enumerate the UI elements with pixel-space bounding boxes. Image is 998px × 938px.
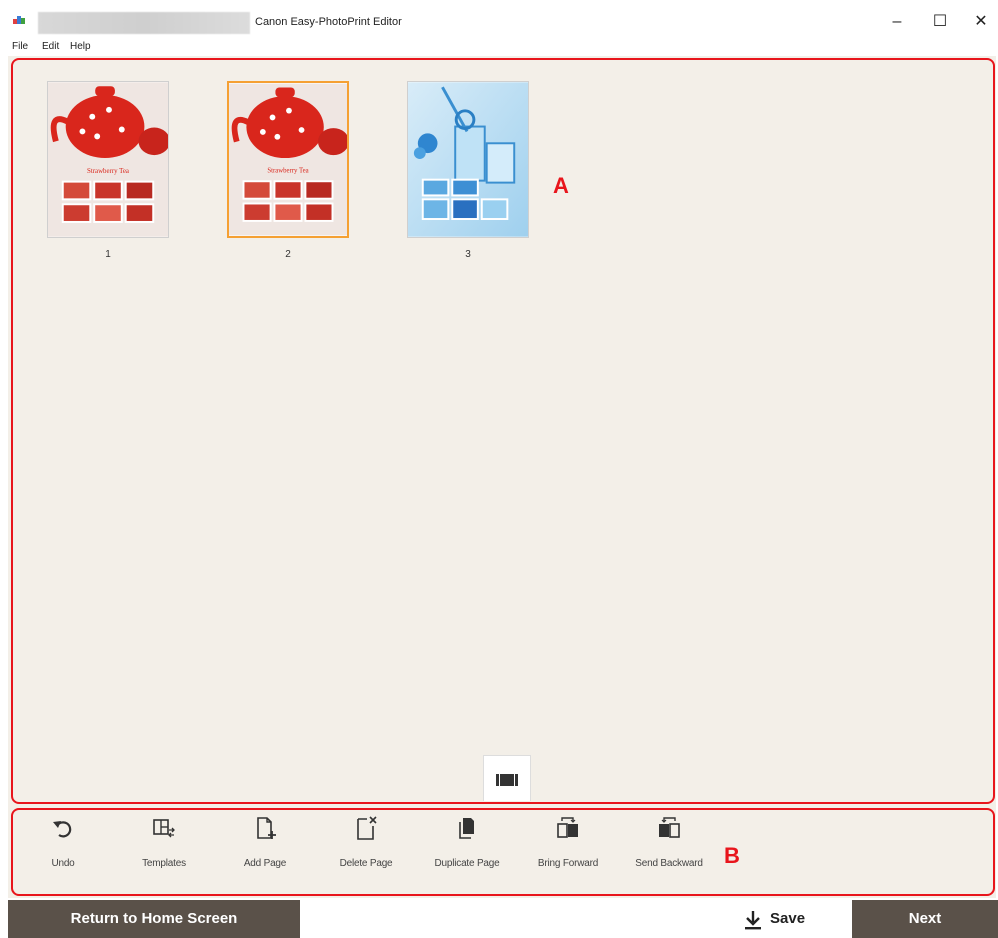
glassware-blue-artwork — [408, 82, 528, 237]
maximize-icon[interactable]: ☐ — [925, 10, 955, 34]
templates-button[interactable]: Templates — [114, 812, 214, 878]
app-icon — [13, 16, 25, 24]
download-icon — [745, 911, 761, 930]
send-backward-label: Send Backward — [635, 858, 703, 869]
bring-forward-label: Bring Forward — [537, 858, 599, 869]
menu-bar: File Edit Help — [0, 38, 998, 56]
minimize-icon[interactable]: – — [882, 10, 912, 34]
add-page-icon — [257, 817, 276, 839]
delete-page-label: Delete Page — [339, 858, 393, 869]
duplicate-page-label: Duplicate Page — [434, 858, 500, 869]
page-caption: Strawberry Tea — [267, 168, 308, 175]
page-caption: Strawberry Tea — [87, 168, 129, 175]
templates-icon — [153, 819, 175, 838]
return-to-home-button[interactable]: Return to Home Screen — [8, 900, 300, 938]
undo-button[interactable]: Undo — [13, 812, 113, 878]
callout-label-b: B — [724, 843, 740, 868]
page-thumbnail-3[interactable] — [407, 81, 529, 238]
next-button[interactable]: Next — [852, 900, 998, 938]
send-backward-button[interactable]: Send Backward — [619, 812, 719, 878]
menu-edit[interactable]: Edit — [42, 41, 59, 52]
undo-icon — [53, 821, 72, 838]
page-thumbnail-2[interactable]: Strawberry Tea — [227, 81, 349, 238]
templates-label: Templates — [142, 858, 186, 869]
callout-label-a: A — [553, 173, 569, 198]
bring-forward-button[interactable]: Bring Forward — [518, 812, 618, 878]
filmstrip-icon — [496, 774, 518, 786]
save-button[interactable]: Save — [694, 900, 852, 938]
window-title: Canon Easy-PhotoPrint Editor — [255, 16, 402, 28]
menu-help[interactable]: Help — [70, 41, 91, 52]
title-bar: Canon Easy-PhotoPrint Editor – ☐ ✕ — [0, 0, 998, 38]
delete-page-icon — [357, 816, 377, 840]
duplicate-page-button[interactable]: Duplicate Page — [417, 812, 517, 878]
delete-page-button[interactable]: Delete Page — [316, 812, 416, 878]
menu-file[interactable]: File — [12, 41, 28, 52]
duplicate-page-icon — [459, 818, 474, 839]
view-toggle-button[interactable] — [483, 755, 531, 801]
send-backward-icon — [659, 817, 680, 838]
blurred-document-name — [38, 12, 250, 34]
save-label: Save — [770, 910, 806, 927]
page-number-3: 3 — [465, 249, 471, 260]
bring-forward-icon — [557, 817, 578, 838]
add-page-button[interactable]: Add Page — [215, 812, 315, 878]
page-thumbnail-1[interactable]: Strawberry Tea — [47, 81, 169, 238]
page-number-1: 1 — [105, 249, 111, 260]
strawberry-tea-artwork: Strawberry Tea — [48, 82, 168, 237]
close-icon[interactable]: ✕ — [966, 10, 996, 34]
undo-label: Undo — [51, 858, 75, 869]
page-number-2: 2 — [285, 249, 291, 260]
add-page-label: Add Page — [243, 858, 287, 869]
strawberry-tea-artwork: Strawberry Tea — [229, 83, 347, 236]
